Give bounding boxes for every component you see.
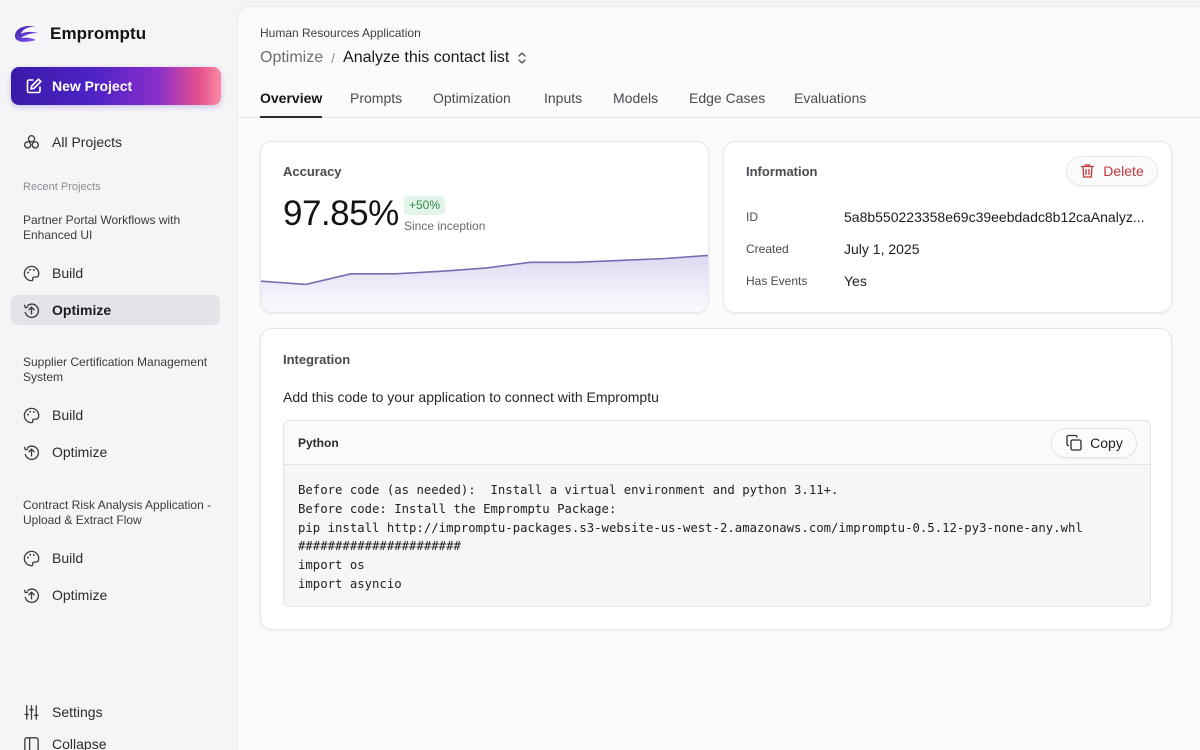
- tab-bar: Overview Prompts Optimization Inputs Mod…: [238, 85, 1200, 118]
- project-build-label: Build: [52, 550, 84, 566]
- code-line: Before code: Install the Empromptu Packa…: [298, 501, 617, 516]
- breadcrumb-current: Analyze this contact list: [343, 49, 510, 66]
- collapse-icon: [24, 737, 39, 750]
- project-optimize-link[interactable]: Optimize: [11, 580, 220, 610]
- project-build-link[interactable]: Build: [11, 400, 220, 430]
- trash-icon: [1081, 164, 1095, 178]
- project-optimize-link[interactable]: Optimize: [11, 295, 220, 325]
- integration-title: Integration: [283, 352, 351, 367]
- breadcrumb: Optimize / Analyze this contact list: [260, 47, 528, 69]
- tab-overview[interactable]: Overview: [260, 90, 323, 118]
- brand[interactable]: Empromptu: [12, 22, 146, 46]
- copy-button[interactable]: Copy: [1051, 428, 1137, 458]
- accuracy-card: Accuracy 97.85% +50% Since inception: [260, 141, 709, 313]
- project-title[interactable]: Supplier Certification Management System: [23, 355, 213, 385]
- palette-icon: [23, 407, 40, 423]
- accuracy-since-label: Since inception: [404, 219, 486, 233]
- info-id-label: ID: [746, 210, 758, 224]
- project-build-label: Build: [52, 407, 84, 423]
- code-language-label: Python: [298, 436, 339, 450]
- optimize-icon: [23, 444, 40, 460]
- project-build-link[interactable]: Build: [11, 543, 220, 573]
- accuracy-trend-area: [261, 255, 708, 312]
- code-block-header: Python Copy: [284, 421, 1150, 465]
- accuracy-trend-chart: [261, 254, 708, 312]
- information-title: Information: [746, 164, 818, 179]
- edit-icon: [26, 78, 42, 94]
- accuracy-title: Accuracy: [283, 164, 342, 179]
- project-title[interactable]: Contract Risk Analysis Application - Upl…: [23, 498, 213, 528]
- app-name: Human Resources Application: [260, 26, 421, 40]
- tab-evaluations[interactable]: Evaluations: [794, 90, 866, 118]
- brand-name: Empromptu: [50, 24, 147, 43]
- code-line: ######################: [298, 539, 461, 554]
- accuracy-change-badge: +50%: [404, 196, 446, 215]
- code-line: import asyncio: [298, 576, 402, 591]
- code-line: pip install http://impromptu-packages.s3…: [298, 520, 1083, 535]
- sidebar: Empromptu New Project All Projects Recen…: [0, 0, 236, 750]
- nav-collapse[interactable]: Collapse: [11, 733, 220, 750]
- code-line: import os: [298, 558, 365, 573]
- tab-inputs[interactable]: Inputs: [544, 90, 582, 118]
- tab-edge-cases[interactable]: Edge Cases: [689, 90, 765, 118]
- info-created-label: Created: [746, 242, 789, 256]
- copy-icon: [1066, 434, 1082, 451]
- info-has-events-label: Has Events: [746, 274, 808, 288]
- accuracy-value: 97.85%: [283, 194, 399, 233]
- new-project-label: New Project: [52, 78, 133, 94]
- nav-collapse-label: Collapse: [52, 736, 107, 750]
- palette-icon: [23, 265, 40, 281]
- chevron-up-down-icon[interactable]: [516, 51, 528, 65]
- project-optimize-label: Optimize: [52, 302, 112, 318]
- project-optimize-label: Optimize: [52, 587, 108, 603]
- project-build-label: Build: [52, 265, 84, 281]
- breadcrumb-separator: /: [331, 50, 336, 66]
- projects-icon: [23, 134, 40, 149]
- empromptu-logo-icon: [15, 26, 38, 42]
- code-block: Python Copy Before code (as needed): Ins…: [283, 420, 1151, 607]
- code-content[interactable]: Before code (as needed): Install a virtu…: [298, 481, 1083, 594]
- breadcrumb-parent[interactable]: Optimize: [260, 49, 323, 67]
- nav-all-projects-label: All Projects: [52, 134, 123, 150]
- palette-icon: [23, 550, 40, 566]
- integration-description: Add this code to your application to con…: [283, 389, 659, 405]
- project-optimize-label: Optimize: [52, 444, 108, 460]
- optimize-icon: [23, 302, 40, 318]
- project-optimize-link[interactable]: Optimize: [11, 437, 220, 467]
- recent-projects-heading: Recent Projects: [23, 181, 101, 193]
- project-title[interactable]: Partner Portal Workflows with Enhanced U…: [23, 213, 213, 243]
- new-project-button[interactable]: New Project: [11, 67, 221, 105]
- delete-button[interactable]: Delete: [1066, 156, 1158, 186]
- info-has-events-value: Yes: [844, 273, 867, 289]
- nav-all-projects[interactable]: All Projects: [11, 127, 220, 157]
- tab-prompts[interactable]: Prompts: [350, 90, 402, 118]
- information-card: Information Delete ID 5a8b550223358e69c3…: [723, 141, 1172, 313]
- delete-label: Delete: [1103, 163, 1144, 179]
- copy-label: Copy: [1090, 435, 1123, 451]
- project-build-link[interactable]: Build: [11, 258, 220, 288]
- optimize-icon: [23, 587, 40, 603]
- integration-card: Integration Add this code to your applic…: [260, 328, 1172, 630]
- tab-models[interactable]: Models: [613, 90, 658, 118]
- tab-optimization[interactable]: Optimization: [433, 90, 511, 118]
- sliders-icon: [24, 704, 39, 720]
- main-panel: Human Resources Application Optimize / A…: [237, 6, 1200, 750]
- nav-settings[interactable]: Settings: [11, 697, 220, 727]
- code-line: Before code (as needed): Install a virtu…: [298, 483, 839, 497]
- info-id-value: 5a8b550223358e69c39eebdadc8b12caAnalyz..…: [844, 209, 1145, 225]
- info-created-value: July 1, 2025: [844, 241, 920, 257]
- nav-settings-label: Settings: [52, 704, 103, 720]
